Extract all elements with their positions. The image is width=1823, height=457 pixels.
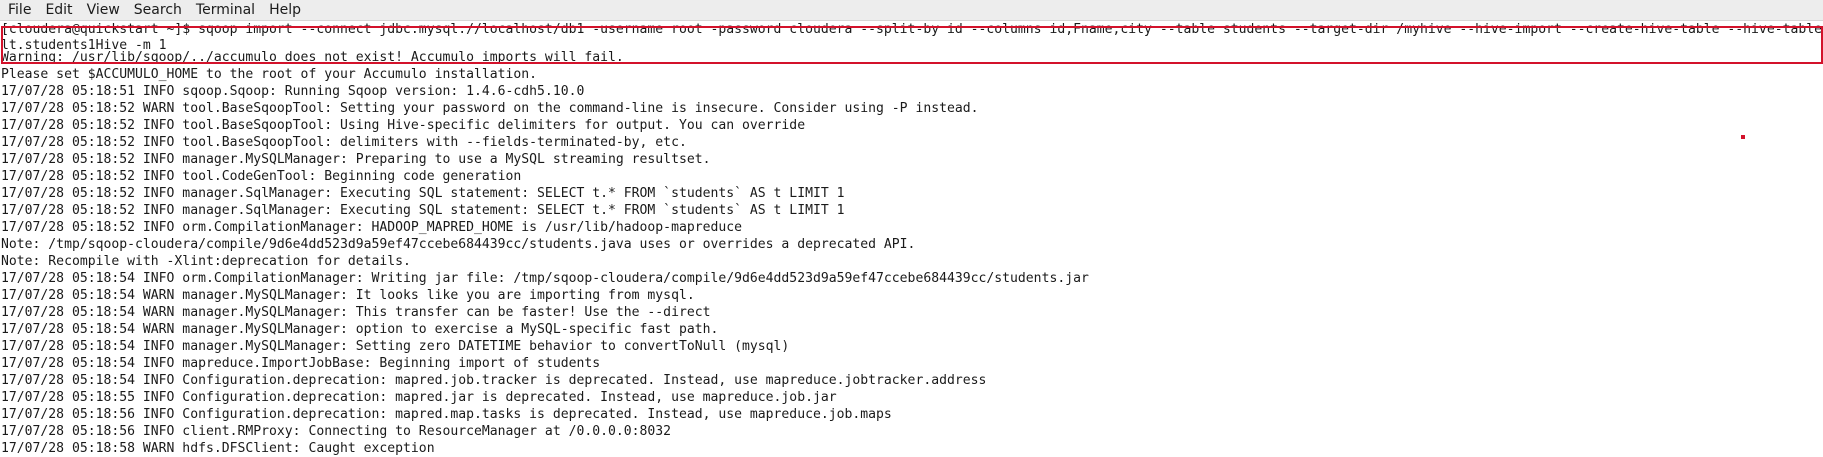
terminal-line-command: [cloudera@quickstart ~]$ sqoop import --… [1,22,1822,37]
terminal-line: 17/07/28 05:18:52 INFO manager.SqlManage… [1,203,845,218]
terminal-line: 17/07/28 05:18:58 WARN hdfs.DFSClient: C… [1,441,435,456]
terminal-line: 17/07/28 05:18:55 INFO Configuration.dep… [1,390,837,405]
menu-file[interactable]: File [0,0,38,20]
terminal-line: Warning: /usr/lib/sqoop/../accumulo does… [1,50,624,65]
terminal-line: 17/07/28 05:18:52 WARN tool.BaseSqoopToo… [1,101,979,116]
terminal-line: 17/07/28 05:18:52 INFO orm.CompilationMa… [1,220,743,235]
menu-search[interactable]: Search [127,0,189,20]
terminal-line: 17/07/28 05:18:52 INFO tool.BaseSqoopToo… [1,135,687,150]
menu-help[interactable]: Help [262,0,308,20]
terminal-line: 17/07/28 05:18:52 INFO manager.MySQLMana… [1,152,711,167]
terminal-line: 17/07/28 05:18:54 INFO manager.MySQLMana… [1,339,790,354]
terminal-line: 17/07/28 05:18:56 INFO client.RMProxy: C… [1,424,672,439]
menu-terminal[interactable]: Terminal [189,0,262,20]
terminal-line: 17/07/28 05:18:54 WARN manager.MySQLMana… [1,305,711,320]
terminal-line: 17/07/28 05:18:52 INFO tool.BaseSqoopToo… [1,118,806,133]
terminal-line: 17/07/28 05:18:52 INFO tool.CodeGenTool:… [1,169,522,184]
terminal-line: 17/07/28 05:18:54 INFO Configuration.dep… [1,373,987,388]
terminal-output[interactable]: [cloudera@quickstart ~]$ sqoop import --… [0,21,1823,457]
menu-view[interactable]: View [80,0,127,20]
terminal-line: 17/07/28 05:18:51 INFO sqoop.Sqoop: Runn… [1,84,585,99]
terminal-line: Note: Recompile with -Xlint:deprecation … [1,254,411,269]
annotation-dot [1741,135,1745,139]
terminal-line: 17/07/28 05:18:54 INFO mapreduce.ImportJ… [1,356,601,371]
terminal-line: Please set $ACCUMULO_HOME to the root of… [1,67,538,82]
terminal-line: 17/07/28 05:18:56 INFO Configuration.dep… [1,407,892,422]
menu-bar: File Edit View Search Terminal Help [0,0,1823,21]
terminal-line: 17/07/28 05:18:54 INFO orm.CompilationMa… [1,271,1089,286]
terminal-line: 17/07/28 05:18:54 WARN manager.MySQLMana… [1,288,695,303]
terminal-line: 17/07/28 05:18:54 WARN manager.MySQLMana… [1,322,719,337]
menu-edit[interactable]: Edit [38,0,79,20]
terminal-line: Note: /tmp/sqoop-cloudera/compile/9d6e4d… [1,237,916,252]
terminal-line: 17/07/28 05:18:52 INFO manager.SqlManage… [1,186,845,201]
